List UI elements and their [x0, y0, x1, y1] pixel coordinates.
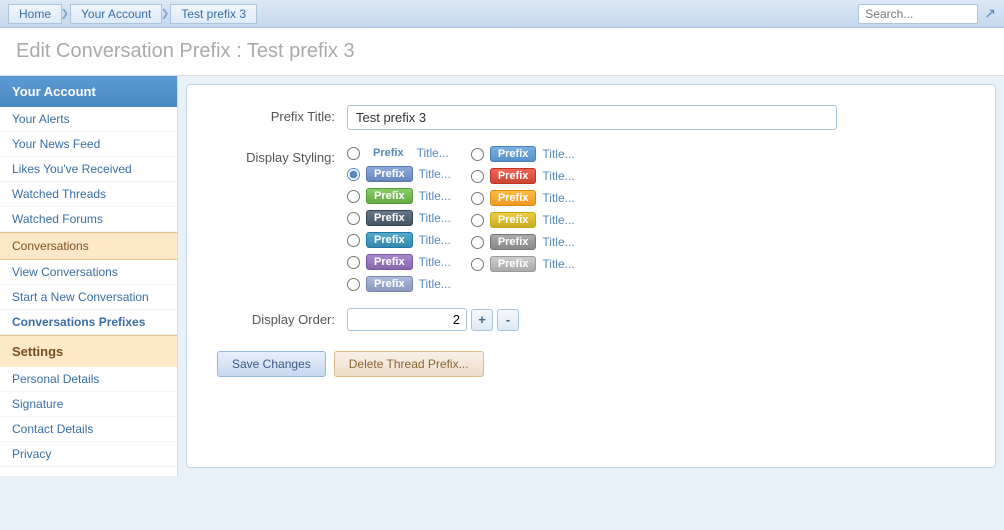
search-input[interactable] [858, 4, 978, 24]
content-area: Prefix Title: Display Styling: Prefix Tit… [186, 84, 996, 468]
styling-row: Prefix Title... [471, 190, 575, 206]
styling-row: Prefix Title... [347, 276, 451, 292]
styling-row: Prefix Title... [347, 210, 451, 226]
prefix-badge[interactable]: Prefix [366, 232, 413, 248]
styling-row: Prefix Title... [347, 232, 451, 248]
styling-radio[interactable] [347, 278, 360, 291]
styling-radio[interactable] [471, 170, 484, 183]
breadcrumb: Home Your Account Test prefix 3 [8, 4, 257, 24]
styling-radio[interactable] [471, 236, 484, 249]
page-title: Edit Conversation Prefix : Test prefix 3 [16, 40, 988, 63]
prefix-title-label: Prefix Title: [217, 105, 347, 124]
styling-row: Prefix Title... [347, 188, 451, 204]
prefix-badge[interactable]: Prefix [490, 146, 537, 162]
page-title-bar: Edit Conversation Prefix : Test prefix 3 [0, 28, 1004, 76]
styling-row: Prefix Title... [471, 212, 575, 228]
styling-radio[interactable] [347, 256, 360, 269]
styling-row: Prefix Title... [471, 234, 575, 250]
prefix-title-display: Title... [419, 211, 451, 225]
sidebar-item-personal-details[interactable]: Personal Details [0, 367, 177, 392]
styling-radio[interactable] [347, 212, 360, 225]
prefix-title-display: Title... [419, 255, 451, 269]
sidebar-settings-header: Settings [0, 335, 177, 367]
sidebar-item-newsfeed[interactable]: Your News Feed [0, 132, 177, 157]
prefix-badge[interactable]: Prefix [366, 254, 413, 270]
display-styling-value: Prefix Title... Prefix Title... Prefix Title.… [347, 146, 965, 292]
styling-row: Prefix Title... [347, 166, 451, 182]
prefix-title-display: Title... [419, 189, 451, 203]
order-decrement-button[interactable]: - [497, 309, 519, 331]
prefix-badge[interactable]: Prefix [366, 276, 413, 292]
sidebar-item-watched-threads[interactable]: Watched Threads [0, 182, 177, 207]
sidebar-item-signature[interactable]: Signature [0, 392, 177, 417]
sidebar-conversations-header: Conversations [0, 232, 177, 260]
prefix-badge[interactable]: Prefix [490, 212, 537, 228]
styling-row: Prefix Title... [471, 146, 575, 162]
sidebar-item-likes[interactable]: Likes You've Received [0, 157, 177, 182]
prefix-title-display: Title... [542, 235, 574, 249]
display-order-input[interactable] [347, 308, 467, 331]
sidebar-item-contact-details[interactable]: Contact Details [0, 417, 177, 442]
sidebar-item-conversations-prefixes[interactable]: Conversations Prefixes [0, 310, 177, 335]
styling-grid: Prefix Title... Prefix Title... Prefix Title.… [347, 146, 965, 292]
order-row: + - [347, 308, 965, 331]
display-order-value: + - [347, 308, 965, 331]
styling-row: Prefix Title... [347, 254, 451, 270]
styling-radio[interactable] [471, 258, 484, 271]
sidebar-item-start-conversation[interactable]: Start a New Conversation [0, 285, 177, 310]
sidebar-item-watched-forums[interactable]: Watched Forums [0, 207, 177, 232]
prefix-title-display: Title... [419, 277, 451, 291]
styling-row: Prefix Title... [347, 146, 451, 160]
prefix-badge[interactable]: Prefix [366, 210, 413, 226]
breadcrumb-current[interactable]: Test prefix 3 [170, 4, 257, 24]
breadcrumb-home[interactable]: Home [8, 4, 62, 24]
prefix-title-display: Title... [542, 257, 574, 271]
prefix-title-display: Title... [542, 191, 574, 205]
styling-row: Prefix Title... [471, 168, 575, 184]
prefix-title-display: Title... [419, 233, 451, 247]
main-layout: Your Account Your Alerts Your News Feed … [0, 76, 1004, 476]
prefix-title-display: Title... [542, 213, 574, 227]
styling-col-right: Prefix Title... Prefix Title... Prefix Title.… [471, 146, 575, 292]
prefix-title-display: Title... [419, 167, 451, 181]
styling-radio[interactable] [347, 147, 360, 160]
styling-radio[interactable] [347, 190, 360, 203]
prefix-badge[interactable]: Prefix [490, 168, 537, 184]
order-increment-button[interactable]: + [471, 309, 493, 331]
prefix-badge[interactable]: Prefix [490, 234, 537, 250]
styling-radio[interactable] [471, 192, 484, 205]
styling-row: Prefix Title... [471, 256, 575, 272]
prefix-title-display: Title... [542, 147, 574, 161]
styling-radio[interactable] [471, 214, 484, 227]
save-button[interactable]: Save Changes [217, 351, 326, 377]
styling-radio[interactable] [471, 148, 484, 161]
sidebar-item-privacy[interactable]: Privacy [0, 442, 177, 467]
breadcrumb-account[interactable]: Your Account [70, 4, 162, 24]
styling-radio[interactable] [347, 168, 360, 181]
display-order-label: Display Order: [217, 308, 347, 327]
delete-button[interactable]: Delete Thread Prefix... [334, 351, 484, 377]
prefix-badge[interactable]: Prefix [366, 146, 411, 160]
prefix-title-value [347, 105, 965, 130]
top-bar: Home Your Account Test prefix 3 ↗ [0, 0, 1004, 28]
sidebar-item-view-conversations[interactable]: View Conversations [0, 260, 177, 285]
prefix-title-input[interactable] [347, 105, 837, 130]
expand-icon[interactable]: ↗ [984, 5, 996, 22]
display-styling-label: Display Styling: [217, 146, 347, 165]
sidebar: Your Account Your Alerts Your News Feed … [0, 76, 178, 476]
sidebar-item-alerts[interactable]: Your Alerts [0, 107, 177, 132]
prefix-badge[interactable]: Prefix [366, 188, 413, 204]
styling-radio[interactable] [347, 234, 360, 247]
sidebar-account-header: Your Account [0, 76, 177, 107]
prefix-title-display: Title... [542, 169, 574, 183]
prefix-badge[interactable]: Prefix [366, 166, 413, 182]
display-order-row: Display Order: + - [217, 308, 965, 331]
styling-col-left: Prefix Title... Prefix Title... Prefix Title.… [347, 146, 451, 292]
display-styling-row: Display Styling: Prefix Title... Prefix Tit… [217, 146, 965, 292]
prefix-title-display: Title... [417, 146, 449, 160]
action-row: Save Changes Delete Thread Prefix... [217, 351, 965, 377]
prefix-badge[interactable]: Prefix [490, 190, 537, 206]
prefix-badge[interactable]: Prefix [490, 256, 537, 272]
prefix-title-row: Prefix Title: [217, 105, 965, 130]
